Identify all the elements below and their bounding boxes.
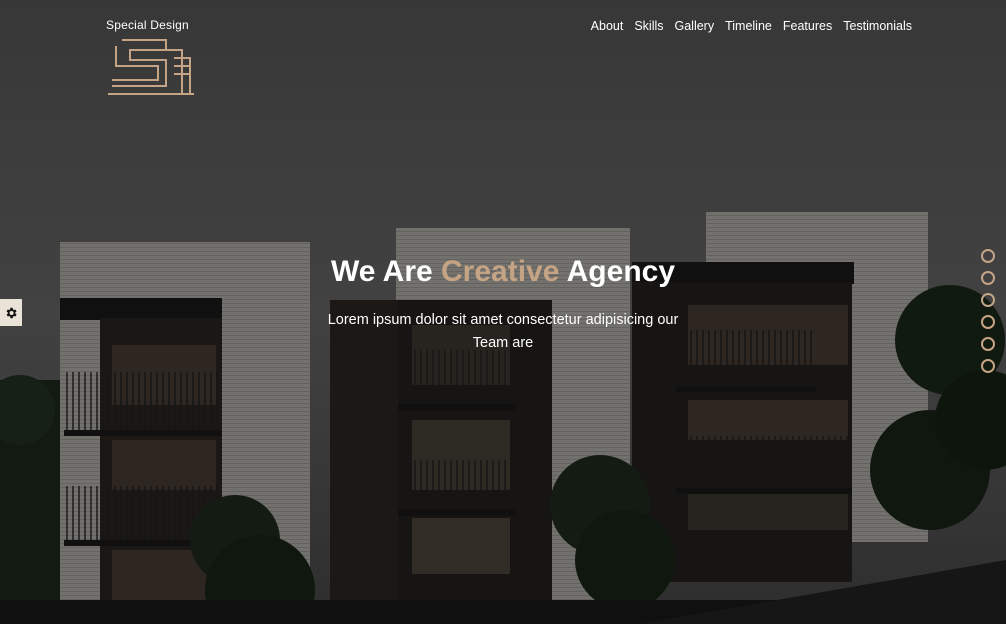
nav-link-about[interactable]: About bbox=[591, 19, 624, 33]
settings-toggle-button[interactable] bbox=[0, 299, 22, 326]
nav-link-features[interactable]: Features bbox=[783, 19, 832, 33]
nav-link-timeline[interactable]: Timeline bbox=[725, 19, 772, 33]
bullet-gallery[interactable] bbox=[981, 293, 995, 307]
nav-link-skills[interactable]: Skills bbox=[634, 19, 663, 33]
bullet-about[interactable] bbox=[981, 249, 995, 263]
hero-title: We Are Creative Agency bbox=[0, 252, 1006, 292]
hero-title-part2: Agency bbox=[559, 255, 676, 288]
main-nav: About Skills Gallery Timeline Features T… bbox=[591, 19, 912, 33]
bullet-timeline[interactable] bbox=[981, 315, 995, 329]
nav-link-testimonials[interactable]: Testimonials bbox=[843, 19, 912, 33]
gear-icon bbox=[6, 307, 17, 318]
bullet-testimonials[interactable] bbox=[981, 359, 995, 373]
bullet-features[interactable] bbox=[981, 337, 995, 351]
bullet-skills[interactable] bbox=[981, 271, 995, 285]
hero-title-part1: We Are bbox=[330, 255, 442, 288]
hero-title-accent: Creative bbox=[441, 255, 560, 288]
landing-page: Special Design About Skills Gallery Time… bbox=[0, 0, 1006, 624]
hero-subtitle: Lorem ipsum dolor sit amet consectetur a… bbox=[327, 312, 679, 351]
brand-name: Special Design bbox=[106, 18, 189, 32]
building-s-logo-icon[interactable] bbox=[108, 36, 196, 98]
section-bullets bbox=[981, 249, 995, 373]
nav-link-gallery[interactable]: Gallery bbox=[675, 19, 715, 33]
